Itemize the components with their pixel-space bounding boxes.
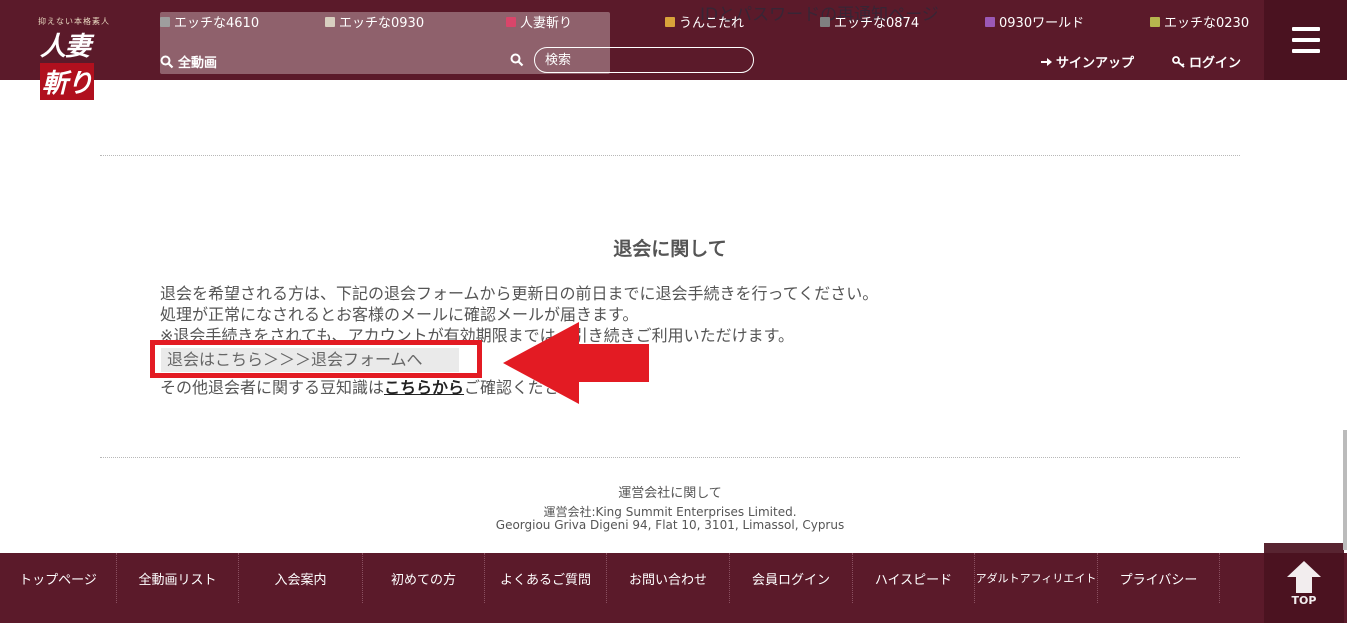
category-label: エッチな0874: [834, 16, 920, 31]
login-label: ログイン: [1189, 56, 1242, 71]
logo-wordmark-part1: 人妻: [40, 32, 91, 62]
page-title: 退会に関して: [613, 238, 727, 260]
category-color-square: [506, 16, 516, 27]
footer-link-first-time[interactable]: 初めての方: [363, 553, 485, 603]
category-link-0[interactable]: エッチな4610: [160, 12, 259, 31]
withdraw-form-link[interactable]: 退会はこちら＞＞＞退会フォームへ: [161, 348, 459, 372]
signup-link[interactable]: サインアップ: [1040, 52, 1134, 71]
footer-link-member-login[interactable]: 会員ログイン: [730, 553, 853, 603]
trivia-link[interactable]: こちらから: [384, 378, 464, 397]
back-to-top-label: TOP: [1291, 593, 1317, 607]
site-logo[interactable]: 抑えない本格素人 人妻斬り: [34, 14, 138, 100]
arrow-up-icon: [1287, 560, 1321, 593]
footer-link-top[interactable]: トップページ: [0, 553, 117, 603]
category-label: 人妻斬り: [520, 16, 573, 31]
category-link-1[interactable]: エッチな0930: [325, 12, 424, 31]
category-label: うんこたれ: [679, 16, 745, 31]
footer-link-faq[interactable]: よくあるご質問: [485, 553, 607, 603]
search-input[interactable]: [534, 47, 754, 73]
red-arrow-annotation: [503, 322, 649, 404]
category-nav: エッチな4610 エッチな0930 人妻斬り うんこたれ エッチな0874 09…: [160, 12, 1255, 31]
category-label: エッチな0930: [339, 16, 425, 31]
category-color-square: [985, 16, 995, 27]
back-to-top-button[interactable]: TOP: [1264, 543, 1344, 623]
signup-label: サインアップ: [1056, 56, 1135, 71]
category-label: 0930ワールド: [999, 16, 1085, 31]
footer-link-privacy[interactable]: プライバシー: [1098, 553, 1220, 603]
category-label: エッチな0230: [1164, 16, 1250, 31]
category-link-5[interactable]: 0930ワールド: [985, 12, 1084, 31]
key-icon: [1172, 56, 1185, 68]
footer-link-contact[interactable]: お問い合わせ: [607, 553, 730, 603]
trivia-text-pre: その他退会者に関する豆知識は: [160, 378, 385, 397]
hamburger-line: [1291, 49, 1320, 53]
section-divider: [100, 155, 1240, 156]
category-link-4[interactable]: エッチな0874: [820, 12, 919, 31]
footer-link-affiliate[interactable]: アダルトアフィリエイト: [975, 553, 1098, 603]
search-bar: [510, 47, 754, 73]
category-label: エッチな4610: [174, 16, 260, 31]
category-color-square: [325, 16, 335, 27]
menu-button[interactable]: [1264, 0, 1347, 80]
logo-wordmark: 人妻斬り: [40, 26, 138, 100]
search-icon: [160, 55, 174, 68]
section-divider: [100, 457, 1240, 458]
company-address: Georgiou Griva Digeni 94, Flat 10, 3101,…: [495, 518, 845, 532]
login-link[interactable]: ログイン: [1172, 52, 1241, 71]
all-videos-label: 全動画: [178, 56, 218, 71]
footer-link-all-videos[interactable]: 全動画リスト: [117, 553, 239, 603]
signin-icon: [1041, 58, 1052, 66]
category-color-square: [1150, 16, 1160, 27]
footer-link-join[interactable]: 入会案内: [239, 553, 363, 603]
company-heading: 運営会社に関して: [618, 486, 722, 501]
hamburger-line: [1291, 38, 1320, 42]
scrollbar-thumb[interactable]: [1343, 430, 1347, 550]
footer-nav: トップページ 全動画リスト 入会案内 初めての方 よくあるご質問 お問い合わせ …: [0, 553, 1347, 603]
category-link-3[interactable]: うんこたれ: [665, 12, 744, 31]
logo-wordmark-part2: 斬り: [40, 63, 95, 100]
search-icon[interactable]: [510, 53, 524, 67]
footer-link-high-speed[interactable]: ハイスピード: [853, 553, 975, 603]
category-link-6[interactable]: エッチな0230: [1150, 12, 1249, 31]
all-videos-link[interactable]: 全動画: [160, 52, 217, 71]
site-header: 抑えない本格素人 人妻斬り IDとパスワードの再通知ページ エッチな4610 エ…: [0, 0, 1347, 100]
hamburger-line: [1291, 27, 1320, 31]
category-color-square: [665, 16, 675, 27]
footer-bottom-strip: [0, 603, 1347, 623]
category-color-square: [820, 16, 830, 27]
category-link-2[interactable]: 人妻斬り: [506, 12, 572, 31]
category-color-square: [160, 16, 170, 27]
